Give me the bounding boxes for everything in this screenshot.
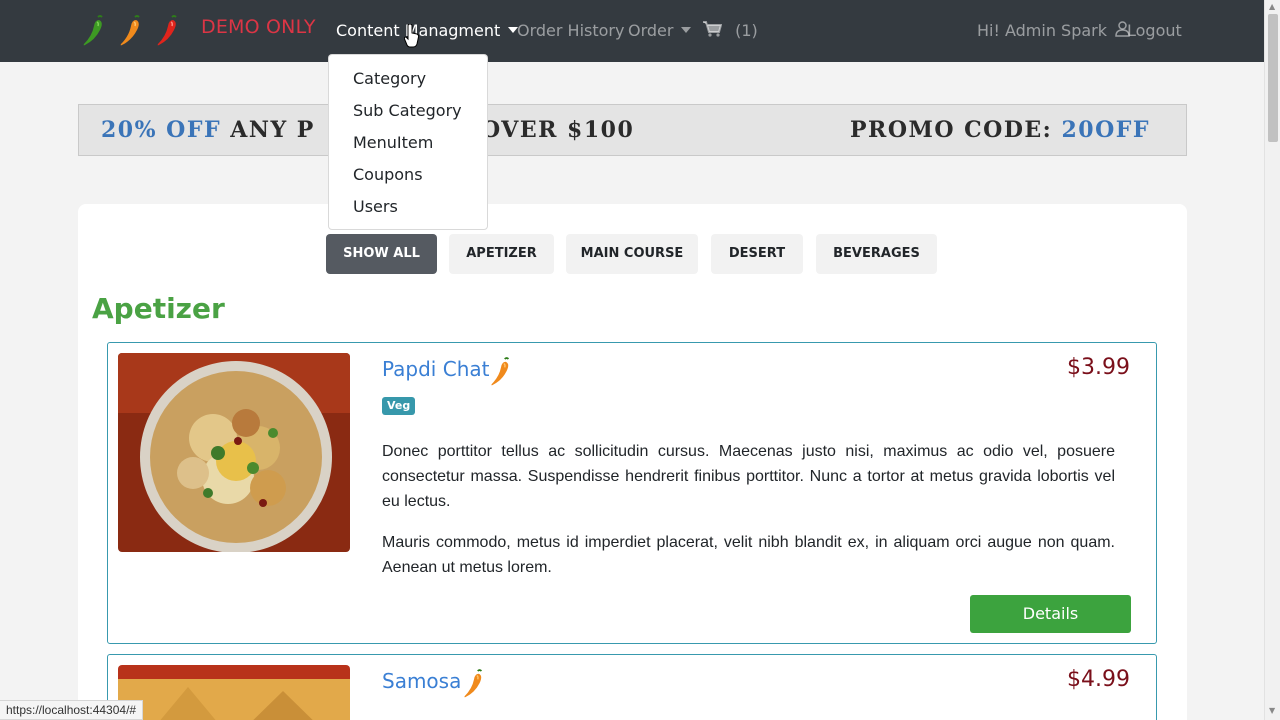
navbar: DEMO ONLY Content Managment Order Histor… [0, 0, 1264, 62]
veg-badge: Veg [382, 397, 416, 415]
food-image-samosa [118, 665, 350, 720]
item-price: $3.99 [1067, 355, 1130, 380]
item-description-2: Mauris commodo, metus id imperdiet place… [382, 534, 1115, 576]
dropdown-item-users[interactable]: Users [329, 191, 487, 223]
chili-green-icon[interactable] [80, 14, 108, 48]
caret-down-icon [681, 27, 692, 33]
nav-content-management[interactable]: Content Managment [336, 21, 519, 40]
dropdown-item-category[interactable]: Category [329, 63, 487, 95]
greeting-label: Hi! Admin Spark [977, 21, 1108, 40]
filter-main-course-button[interactable]: MAIN COURSE [566, 234, 698, 274]
promo-code-label: PROMO CODE: [850, 117, 1053, 143]
dropdown-item-menuitem[interactable]: MenuItem [329, 127, 487, 159]
promo-middle-text: OVER $100 [481, 117, 635, 143]
filter-apetizer-button[interactable]: APETIZER [449, 234, 554, 274]
scroll-down-icon[interactable]: ▼ [1269, 706, 1275, 715]
chili-orange-icon[interactable] [117, 14, 145, 48]
item-name[interactable]: Samosa [382, 669, 461, 693]
nav-logout[interactable]: Logout [1127, 21, 1182, 40]
cart-count: (1) [735, 21, 758, 40]
chili-orange-icon [491, 357, 510, 386]
nav-order-history[interactable]: Order History [517, 21, 624, 40]
nav-greeting[interactable]: Hi! Admin Spark [977, 21, 1130, 40]
scroll-up-icon[interactable]: ▲ [1269, 2, 1275, 11]
content-management-dropdown: Category Sub Category MenuItem Coupons U… [328, 54, 488, 230]
details-button[interactable]: Details [970, 595, 1131, 633]
filter-desert-button[interactable]: DESERT [711, 234, 803, 274]
promo-left-text: 20% OFF ANY P [101, 117, 315, 143]
promo-banner: 20% OFF ANY P OVER $100 PROMO CODE: 20OF… [78, 104, 1187, 156]
dropdown-item-coupons[interactable]: Coupons [329, 159, 487, 191]
shopping-cart-icon [703, 21, 723, 37]
item-description: Donec porttitor tellus ac sollicitudin c… [382, 443, 1115, 510]
dropdown-item-sub-category[interactable]: Sub Category [329, 95, 487, 127]
item-price: $4.99 [1067, 667, 1130, 692]
chili-red-icon[interactable] [154, 14, 182, 48]
filter-beverages-button[interactable]: BEVERAGES [816, 234, 937, 274]
chili-orange-icon [464, 669, 483, 698]
page-scrollbar[interactable]: ▲ ▼ [1264, 0, 1280, 720]
menu-item-card: Papdi Chat $3.99 Veg Donec porttitor tel… [107, 342, 1157, 644]
nav-order[interactable]: Order [628, 21, 692, 40]
promo-left-rest: ANY P [230, 117, 315, 143]
nav-order-label: Order [628, 21, 674, 40]
status-bar-url: https://localhost:44304/# [0, 700, 144, 720]
scroll-thumb[interactable] [1268, 14, 1278, 142]
promo-code-text: PROMO CODE: 20OFF [850, 117, 1150, 143]
filter-show-all-button[interactable]: SHOW ALL [326, 234, 437, 274]
hand-cursor-icon [404, 24, 420, 48]
item-name[interactable]: Papdi Chat [382, 357, 489, 381]
promo-discount: 20% OFF [101, 117, 222, 143]
section-title-apetizer: Apetizer [92, 292, 225, 325]
brand-text[interactable]: DEMO ONLY [201, 16, 316, 38]
nav-cart[interactable]: (1) [703, 21, 758, 40]
food-image-papdi-chat [118, 353, 350, 552]
menu-item-card: Samosa $4.99 [107, 654, 1157, 720]
promo-code-value: 20OFF [1061, 117, 1151, 143]
